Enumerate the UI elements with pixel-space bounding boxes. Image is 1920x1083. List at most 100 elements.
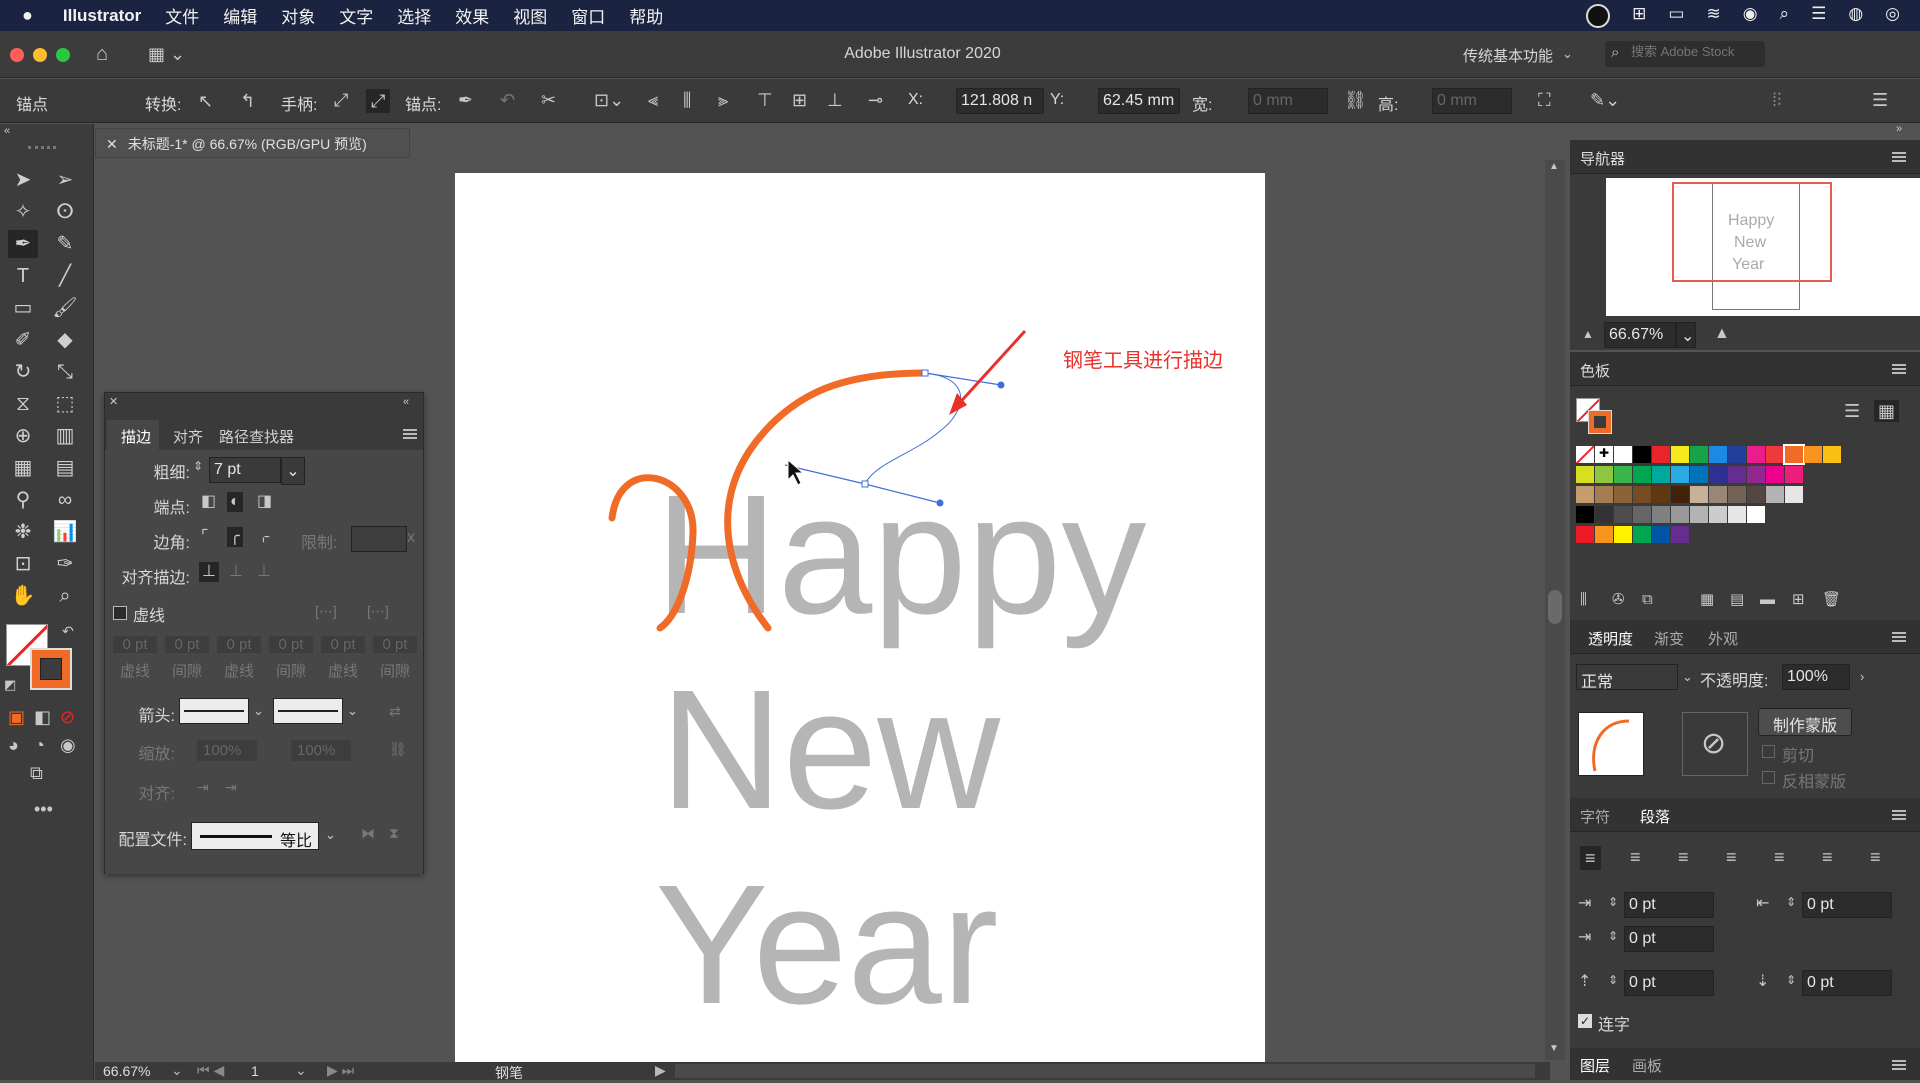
- swatch-0-4[interactable]: [1690, 446, 1708, 463]
- navigator-thumbnail[interactable]: Happy New Year: [1606, 178, 1920, 316]
- swatch-4-2[interactable]: [1614, 526, 1632, 543]
- swatch-2-2[interactable]: [1614, 486, 1632, 503]
- rectangle-tool-icon[interactable]: ▭: [8, 294, 38, 322]
- end-scale-field[interactable]: 100%: [291, 740, 351, 761]
- swatch-1-7[interactable]: [1709, 466, 1727, 483]
- transparency-menu-icon[interactable]: [1892, 632, 1906, 642]
- swatch-1-0[interactable]: [1576, 466, 1594, 483]
- swap-fill-stroke-icon[interactable]: ↶: [62, 624, 74, 638]
- handle-point-2[interactable]: [936, 499, 944, 507]
- swatch-4-1[interactable]: [1595, 526, 1613, 543]
- make-mask-button[interactable]: 制作蒙版: [1758, 708, 1852, 736]
- align-stroke-outside-icon[interactable]: ⊥: [257, 564, 271, 580]
- justify-all-icon[interactable]: ≡: [1870, 848, 1881, 866]
- close-tab-icon[interactable]: ✕: [106, 136, 118, 152]
- convert-smooth-icon[interactable]: ↰: [240, 92, 255, 110]
- user-icon[interactable]: ◉: [1743, 4, 1758, 28]
- panel-menu-icon[interactable]: [403, 429, 417, 439]
- status-menu-icon[interactable]: ▶: [655, 1062, 666, 1079]
- weight-stepper-icon[interactable]: ⇕: [193, 460, 203, 472]
- space-before-field[interactable]: 0 pt: [1624, 970, 1714, 996]
- align-stroke-center-icon[interactable]: ⊥: [199, 562, 219, 582]
- convert-corner-icon[interactable]: ↖: [198, 92, 213, 110]
- draw-behind-icon[interactable]: ◔: [34, 736, 45, 754]
- space-after-field[interactable]: 0 pt: [1802, 970, 1892, 996]
- close-panel-icon[interactable]: ✕: [109, 397, 118, 408]
- rotate-tool-icon[interactable]: ↻: [8, 358, 38, 386]
- blend-mode-chevron-icon[interactable]: ⌄: [1682, 670, 1693, 683]
- swatch-0-9[interactable]: [1783, 444, 1805, 465]
- symbol-sprayer-tool-icon[interactable]: ❉: [8, 518, 38, 546]
- panel-menu-icon[interactable]: ☰: [1872, 91, 1888, 109]
- justify-center-icon[interactable]: ≡: [1774, 848, 1785, 866]
- swatch-0-7[interactable]: [1747, 446, 1765, 463]
- menu-select[interactable]: 选择: [397, 3, 431, 28]
- menu-edit[interactable]: 编辑: [223, 3, 257, 28]
- miter-join-icon[interactable]: ⌜: [201, 529, 209, 545]
- swatch-none[interactable]: [1576, 446, 1594, 463]
- list-view-icon[interactable]: ☰: [1844, 402, 1860, 420]
- gap-2-field[interactable]: 0 pt: [269, 636, 313, 653]
- swatch-1-11[interactable]: [1785, 466, 1803, 483]
- hand-tool-icon[interactable]: ✋: [8, 582, 38, 610]
- butt-cap-icon[interactable]: ◧: [201, 494, 216, 510]
- profile-select[interactable]: 等比: [191, 822, 319, 850]
- shaper-tool-icon[interactable]: ✐: [8, 326, 38, 354]
- gradient-tool-icon[interactable]: ▤: [50, 454, 80, 482]
- flip-profile-icon[interactable]: ⧓: [361, 826, 375, 840]
- transform-icon[interactable]: ⊸: [868, 91, 883, 109]
- blend-tool-icon[interactable]: ∞: [50, 486, 80, 514]
- menu-app[interactable]: Illustrator: [63, 6, 141, 26]
- swatch-1-5[interactable]: [1671, 466, 1689, 483]
- swatch-2-5[interactable]: [1671, 486, 1689, 503]
- tab-stroke[interactable]: 描边: [107, 420, 160, 450]
- more-tools-icon[interactable]: •••: [34, 800, 53, 818]
- direct-selection-tool-icon[interactable]: ➢: [50, 166, 80, 194]
- weight-dropdown[interactable]: ⌄: [281, 457, 305, 485]
- grid-view-icon[interactable]: ▦: [1874, 400, 1900, 422]
- menu-help[interactable]: 帮助: [629, 3, 663, 28]
- toolbar-grip[interactable]: [28, 146, 56, 149]
- swatch-4-5[interactable]: [1671, 526, 1689, 543]
- menu-view[interactable]: 视图: [513, 3, 547, 28]
- battery-icon[interactable]: ▭: [1668, 4, 1684, 28]
- spotlight-search-icon[interactable]: ⌕: [1780, 4, 1790, 28]
- connect-anchor-icon[interactable]: ↶: [500, 91, 515, 109]
- projecting-cap-icon[interactable]: ◨: [257, 494, 272, 510]
- flip-profile-vertical-icon[interactable]: ⧗: [389, 826, 399, 840]
- zoom-tool-icon[interactable]: ⌕: [50, 582, 80, 610]
- perspective-grid-tool-icon[interactable]: ▥: [50, 422, 80, 450]
- justify-right-icon[interactable]: ≡: [1822, 848, 1833, 866]
- remove-anchor-icon[interactable]: ✒: [458, 91, 473, 109]
- handle-point-1[interactable]: [997, 381, 1005, 389]
- blend-mode-select[interactable]: 正常: [1576, 664, 1678, 691]
- round-join-icon[interactable]: ╭: [227, 527, 243, 547]
- weight-field[interactable]: 7 pt: [209, 457, 281, 483]
- color-mode-icon[interactable]: ▣: [8, 708, 25, 726]
- arrow-tip-beyond-icon[interactable]: ⇥: [197, 780, 209, 794]
- swatch-2-11[interactable]: [1785, 486, 1803, 503]
- slice-tool-icon[interactable]: ✑: [50, 550, 80, 578]
- width-field[interactable]: 0 mm: [1248, 88, 1328, 114]
- constrain-proportions-icon[interactable]: ⛓: [1344, 91, 1367, 109]
- tab-layers[interactable]: 图层: [1580, 1055, 1610, 1076]
- swatch-1-8[interactable]: [1728, 466, 1746, 483]
- swatch-2-1[interactable]: [1595, 486, 1613, 503]
- status-page[interactable]: 1: [251, 1063, 259, 1079]
- mask-thumbnail[interactable]: ⊘: [1682, 712, 1748, 776]
- align-left-text-icon[interactable]: ≡: [1580, 846, 1601, 870]
- clip-checkbox[interactable]: [1762, 745, 1775, 758]
- swatch-1-4[interactable]: [1652, 466, 1670, 483]
- swatch-0-6[interactable]: [1728, 446, 1746, 463]
- anchor-point[interactable]: [921, 369, 929, 377]
- apple-icon[interactable]: ●: [22, 5, 33, 26]
- object-thumbnail[interactable]: [1578, 712, 1644, 776]
- align-center-text-icon[interactable]: ≡: [1630, 848, 1641, 866]
- swatch-1-3[interactable]: [1633, 466, 1651, 483]
- tab-pathfinder[interactable]: 路径查找器: [211, 420, 302, 450]
- swatch-3-7[interactable]: [1709, 506, 1727, 523]
- collapse-panel-icon[interactable]: «: [403, 397, 409, 408]
- swatch-0-5[interactable]: [1709, 446, 1727, 463]
- eraser-tool-icon[interactable]: ◆: [50, 326, 80, 354]
- layers-menu-icon[interactable]: [1892, 1060, 1906, 1070]
